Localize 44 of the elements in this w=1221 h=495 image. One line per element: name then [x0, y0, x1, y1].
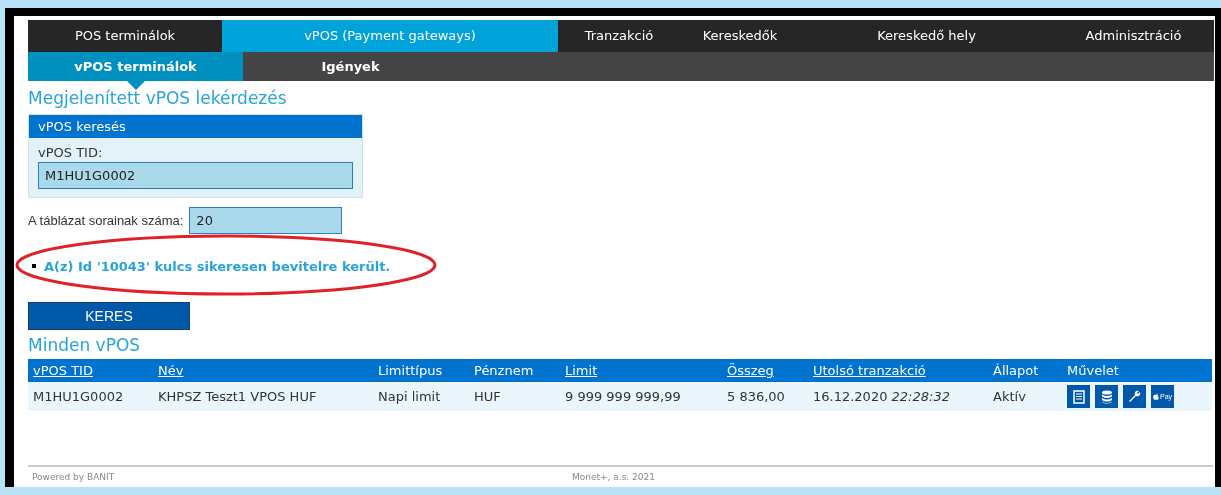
nav-tab[interactable]: Kereskedők	[680, 20, 800, 52]
column-header[interactable]: vPOS TID	[28, 359, 153, 382]
table-cell: KHPSZ Teszt1 VPOS HUF	[153, 382, 373, 411]
success-message: A(z) Id '10043' kulcs sikeresen bevitelre került.	[44, 258, 391, 274]
column-header[interactable]: Limit	[560, 359, 722, 382]
document-button[interactable]	[1067, 385, 1090, 408]
nav-tab[interactable]: Tranzakció	[558, 20, 680, 52]
apple-icon	[1152, 393, 1159, 400]
column-header: Állapot	[988, 359, 1062, 382]
sub-tab[interactable]: Igények	[243, 52, 458, 81]
nav-tab[interactable]: Adminisztráció	[1053, 20, 1214, 52]
wrench-button[interactable]	[1123, 385, 1146, 408]
table-cell: 5 836,00	[722, 382, 808, 411]
column-header: Pénznem	[469, 359, 560, 382]
field-label: A táblázat sorainak száma:	[28, 213, 184, 228]
table-cell: 16.12.2020 22:28:32	[808, 382, 988, 411]
table-cell: Aktív	[988, 382, 1062, 411]
sub-tab[interactable]: vPOS terminálok	[28, 52, 243, 81]
wrench-icon	[1128, 390, 1141, 403]
column-header: Művelet	[1062, 359, 1212, 382]
tid-field[interactable]: M1HU1G0002	[38, 162, 353, 189]
column-header[interactable]: Utolsó tranzakció	[808, 359, 988, 382]
nav-tab[interactable]: POS terminálok	[28, 20, 222, 52]
bullet-icon	[32, 264, 36, 268]
table-cell: M1HU1G0002	[28, 382, 153, 411]
table-cell: 9 999 999 999,99	[560, 382, 722, 411]
panel-title: vPOS keresés	[29, 115, 362, 138]
column-header[interactable]: Név	[153, 359, 373, 382]
footer-text: Powered by BANIT	[31, 472, 116, 482]
document-icon	[1072, 389, 1085, 404]
table-cell: Napi limit	[373, 382, 469, 411]
page-title: Megjelenített vPOS lekérdezés	[28, 88, 288, 108]
column-header: Limittípus	[373, 359, 469, 382]
table-cell: HUF	[469, 382, 560, 411]
nav-tab[interactable]: Kereskedő hely	[800, 20, 1053, 52]
rows-field[interactable]: 20	[189, 207, 343, 234]
footer-text: Monet+, a.s. 2021	[572, 472, 655, 482]
database-icon	[1100, 389, 1113, 404]
database-button[interactable]	[1095, 385, 1118, 408]
section-title: Minden vPOS	[28, 335, 142, 355]
tab-pointer-icon	[126, 81, 145, 90]
field-label: vPOS TID:	[37, 144, 104, 162]
search-button[interactable]: KERES	[28, 302, 190, 330]
column-header[interactable]: Összeg	[722, 359, 808, 382]
